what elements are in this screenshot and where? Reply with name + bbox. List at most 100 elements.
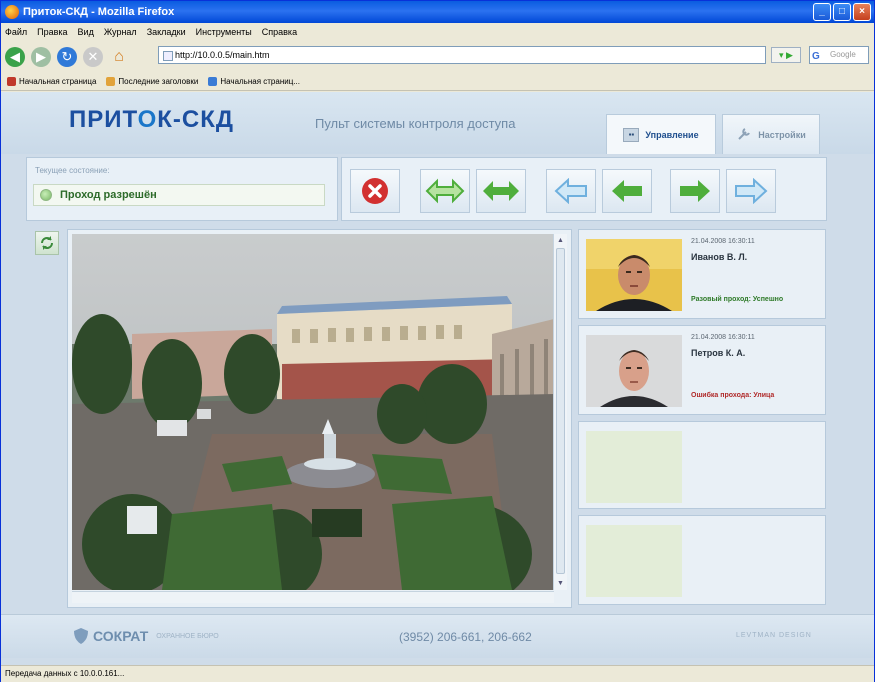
left-arrow-outline-icon: [554, 178, 587, 204]
menu-bookmarks[interactable]: Закладки: [147, 27, 186, 37]
event-time: 21.04.2008 16:30:11: [691, 238, 755, 245]
state-value-field: Проход разрешён: [33, 184, 325, 206]
scroll-up-icon[interactable]: ▲: [555, 235, 566, 246]
browser-window: Приток-СКД - Mozilla Firefox _ □ × Файл …: [0, 0, 875, 682]
event-time: 21.04.2008 16:30:11: [691, 334, 755, 341]
url-input[interactable]: http://10.0.0.5/main.htm: [158, 46, 766, 64]
person-photo: [586, 335, 682, 407]
person-photo: [586, 239, 682, 311]
event-card: 21.04.2008 16:30:11 Иванов В. Л. Разовый…: [578, 229, 826, 319]
forward-button[interactable]: ▶: [31, 47, 51, 67]
app-tagline: Пульт системы контроля доступа: [315, 116, 516, 131]
go-arrow-icon: ▾ ▶: [779, 50, 793, 60]
reload-button[interactable]: ↻: [57, 47, 77, 67]
refresh-icon: [41, 236, 53, 250]
logo-o: О: [137, 106, 158, 133]
shield-icon: [74, 628, 88, 644]
pass-control-toolbar: [341, 157, 827, 221]
camera-refresh-button[interactable]: [35, 231, 59, 255]
sokrat-logo: СОКРАТ ОХРАННОЕ БЮРО: [73, 627, 219, 645]
camera-panel: ▲ ▼: [67, 229, 572, 608]
menu-help[interactable]: Справка: [262, 27, 297, 37]
pass-left-once-button[interactable]: [546, 169, 596, 213]
search-placeholder: Google: [830, 50, 856, 59]
window-controls: _ □ ×: [813, 3, 871, 21]
close-icon: [362, 178, 388, 204]
menu-file[interactable]: Файл: [5, 27, 27, 37]
tab-label: Настройки: [758, 129, 806, 140]
bookmark-label: Последние заголовки: [118, 77, 199, 86]
state-indicator-icon: [40, 189, 52, 201]
firefox-icon: [5, 5, 19, 19]
pass-both-button[interactable]: [476, 169, 526, 213]
right-arrow-outline-icon: [735, 178, 768, 204]
photo-placeholder: [586, 525, 682, 597]
google-icon: G: [812, 51, 820, 62]
web-page: ПРИТОК-СКД Пульт системы контроля доступ…: [1, 92, 874, 665]
menu-view[interactable]: Вид: [78, 27, 94, 37]
wrench-icon: [736, 126, 752, 144]
brand-name: СОКРАТ: [93, 628, 149, 644]
bookmark-item[interactable]: Начальная страница: [7, 77, 96, 86]
stop-button[interactable]: ✕: [83, 47, 103, 67]
app-header: ПРИТОК-СКД Пульт системы контроля доступ…: [1, 92, 874, 154]
title-bar: Приток-СКД - Mozilla Firefox _ □ ×: [1, 1, 874, 23]
page-icon: [208, 77, 218, 86]
go-button[interactable]: ▾ ▶: [771, 47, 801, 63]
browser-status-bar: Передача данных с 10.0.0.161...: [1, 665, 874, 682]
home-button[interactable]: ⌂: [109, 47, 129, 67]
app-logo: ПРИТОК-СКД: [69, 106, 234, 134]
forward-arrow-icon: ▶: [36, 49, 46, 64]
left-arrow-icon: [612, 180, 642, 202]
menu-bar: Файл Правка Вид Журнал Закладки Инструме…: [1, 23, 874, 41]
reload-icon: ↻: [61, 49, 73, 64]
bookmark-label: Начальная страниц...: [220, 77, 300, 86]
logo-text: К-СКД: [157, 106, 234, 133]
menu-history[interactable]: Журнал: [104, 27, 137, 37]
event-card-empty: [578, 515, 826, 605]
menu-tools[interactable]: Инструменты: [196, 27, 252, 37]
pass-right-once-button[interactable]: [726, 169, 776, 213]
event-status: Разовый проход: Успешно: [691, 296, 784, 303]
stop-icon: ✕: [87, 49, 99, 64]
camera-horizontal-scrollbar[interactable]: [72, 591, 554, 603]
event-card: 21.04.2008 16:30:11 Петров К. А. Ошибка …: [578, 325, 826, 415]
bookmark-icon: [7, 77, 16, 86]
bookmark-label: Начальная страница: [19, 77, 97, 86]
footer-phone: (3952) 206-661, 206-662: [399, 630, 532, 644]
right-arrow-icon: [680, 180, 710, 202]
pass-both-once-button[interactable]: [420, 169, 470, 213]
search-input[interactable]: G Google: [809, 46, 869, 64]
event-status: Ошибка прохода: Улица: [691, 392, 775, 399]
current-state-panel: Текущее состояние: Проход разрешён: [26, 157, 338, 221]
tab-control[interactable]: ▪▪ Управление: [606, 114, 716, 154]
bookmark-item[interactable]: Начальная страниц...: [208, 77, 300, 86]
scroll-thumb[interactable]: [556, 248, 565, 574]
pass-left-button[interactable]: [602, 169, 652, 213]
close-button[interactable]: ×: [853, 3, 871, 21]
pass-right-button[interactable]: [670, 169, 720, 213]
deny-button[interactable]: [350, 169, 400, 213]
home-icon: ⌂: [114, 48, 124, 65]
rss-icon: [106, 77, 116, 86]
logo-text: ПРИТ: [69, 106, 138, 133]
back-button[interactable]: ◀: [5, 47, 25, 67]
state-value: Проход разрешён: [60, 189, 157, 201]
photo-placeholder: [586, 431, 682, 503]
person-name: Петров К. А.: [691, 348, 746, 358]
footer-design-credit[interactable]: LEVTMAN DESIGN: [736, 632, 812, 639]
tab-label: Управление: [645, 129, 699, 140]
camera-vertical-scrollbar[interactable]: ▲ ▼: [553, 234, 567, 590]
double-arrow-icon: [483, 181, 519, 201]
menu-edit[interactable]: Правка: [37, 27, 67, 37]
camera-image: [72, 234, 554, 590]
brand-subtitle: ОХРАННОЕ БЮРО: [156, 632, 219, 640]
control-panel-icon: ▪▪: [623, 127, 640, 142]
scroll-down-icon[interactable]: ▼: [555, 578, 566, 589]
minimize-button[interactable]: _: [813, 3, 831, 21]
bookmark-item[interactable]: Последние заголовки: [106, 77, 198, 86]
camera-view: [72, 234, 554, 590]
tab-settings[interactable]: Настройки: [722, 114, 820, 154]
person-name: Иванов В. Л.: [691, 252, 748, 262]
maximize-button[interactable]: □: [833, 3, 851, 21]
